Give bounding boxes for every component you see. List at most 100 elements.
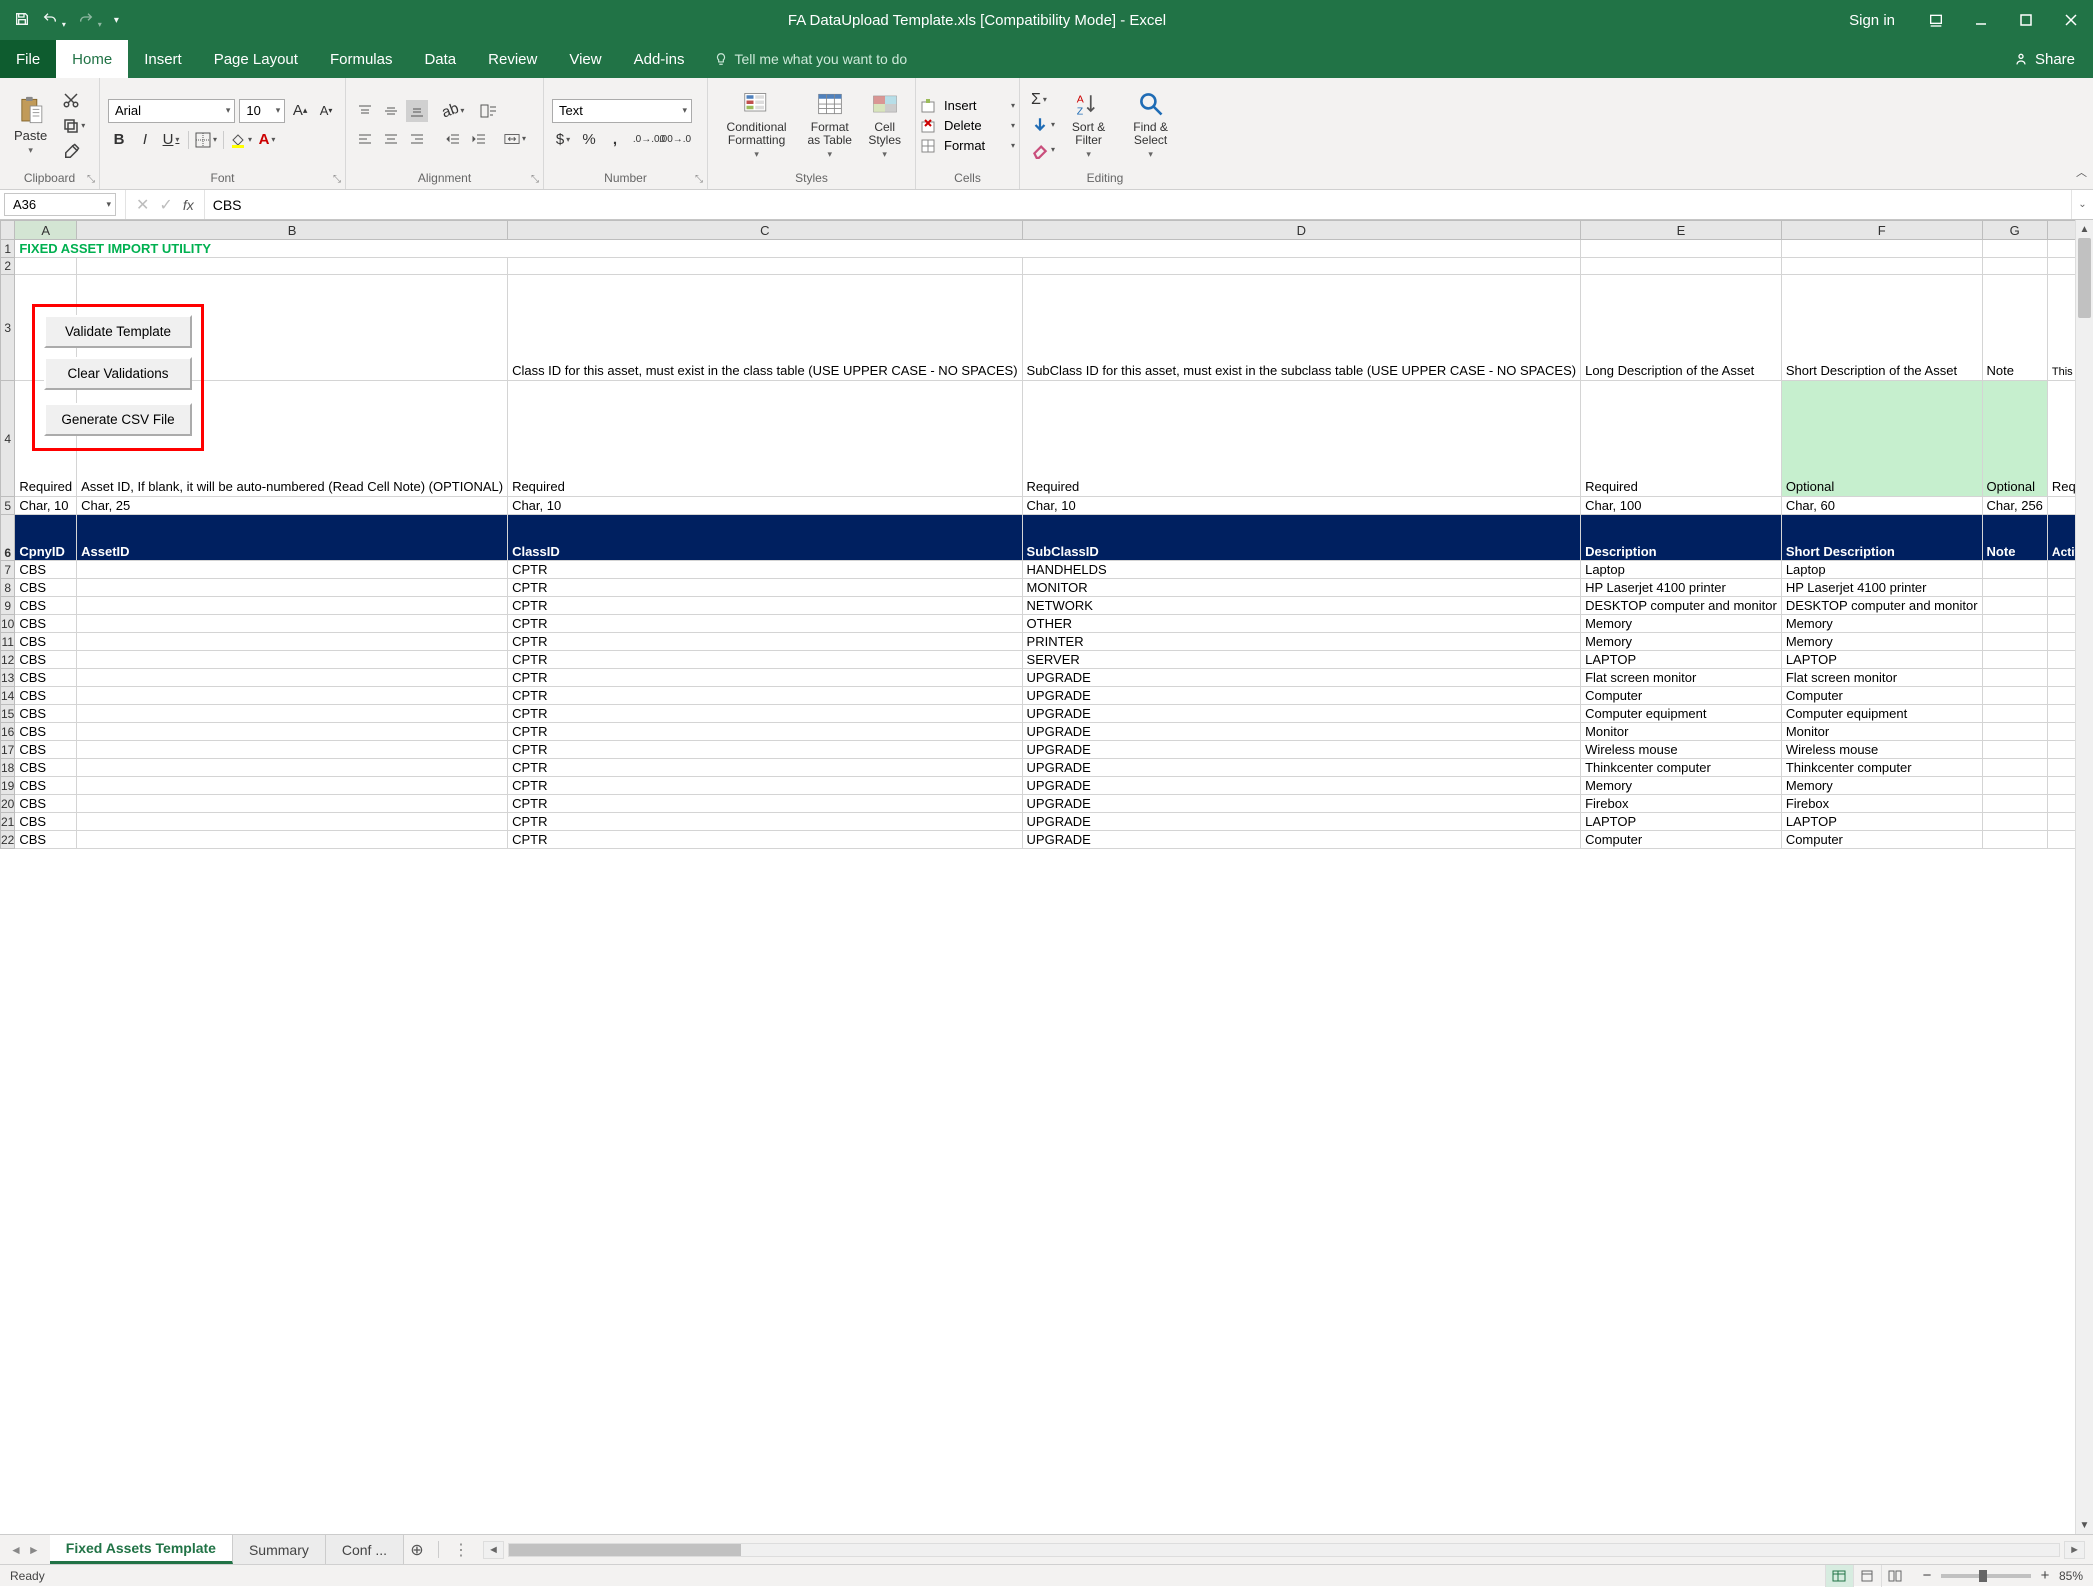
cell[interactable]: [77, 669, 508, 687]
cell-styles-button[interactable]: Cell Styles▾: [862, 87, 907, 162]
cell[interactable]: Requir: [2047, 381, 2075, 497]
row-header[interactable]: 1: [1, 240, 15, 258]
cell[interactable]: CBS: [15, 759, 77, 777]
format-cells-button[interactable]: Format▾: [920, 138, 1015, 154]
cell[interactable]: CBS: [15, 651, 77, 669]
fill-button[interactable]: ▾: [1028, 114, 1058, 136]
delete-cells-button[interactable]: Delete▾: [920, 118, 1015, 134]
cell[interactable]: Laptop: [1781, 561, 1982, 579]
wrap-text-button[interactable]: [478, 100, 500, 122]
cell[interactable]: Thinkcenter computer: [1581, 759, 1782, 777]
cell[interactable]: [77, 795, 508, 813]
tab-review[interactable]: Review: [472, 40, 553, 78]
cell[interactable]: CBS: [15, 723, 77, 741]
cell[interactable]: CPTR: [508, 669, 1022, 687]
row-header[interactable]: 18: [1, 759, 15, 777]
conditional-formatting-button[interactable]: Conditional Formatting▾: [716, 87, 797, 162]
cell[interactable]: [77, 813, 508, 831]
sheet-tab[interactable]: Conf ...: [326, 1535, 404, 1564]
page-break-view-button[interactable]: [1881, 1565, 1909, 1587]
cell[interactable]: Computer: [1581, 687, 1782, 705]
cell[interactable]: Computer equipment: [1581, 705, 1782, 723]
cell[interactable]: Firebox: [1781, 795, 1982, 813]
column-header[interactable]: G: [1982, 221, 2047, 240]
increase-font-button[interactable]: A▴: [289, 100, 311, 122]
fill-color-button[interactable]: ▾: [230, 129, 252, 151]
cell[interactable]: Memory: [1581, 777, 1782, 795]
cell[interactable]: [77, 741, 508, 759]
cell[interactable]: [77, 687, 508, 705]
cell[interactable]: DESKTOP computer and monitor: [1581, 597, 1782, 615]
redo-icon[interactable]: ▾: [74, 7, 106, 34]
cell[interactable]: 8: [2047, 795, 2075, 813]
scroll-up-icon[interactable]: ▲: [2076, 220, 2093, 238]
cell[interactable]: [1982, 705, 2047, 723]
cell[interactable]: CBS: [15, 831, 77, 849]
align-right-button[interactable]: [406, 128, 428, 150]
enter-formula-icon[interactable]: ✓: [159, 195, 172, 215]
cell[interactable]: CBS: [15, 615, 77, 633]
cell[interactable]: Short Description: [1781, 515, 1982, 561]
tab-insert[interactable]: Insert: [128, 40, 198, 78]
row-header[interactable]: 16: [1, 723, 15, 741]
zoom-slider[interactable]: [1941, 1574, 2031, 1578]
cell[interactable]: [1982, 813, 2047, 831]
cell[interactable]: CPTR: [508, 813, 1022, 831]
cell[interactable]: Char, 60: [1781, 497, 1982, 515]
percent-button[interactable]: %: [578, 129, 600, 151]
maximize-icon[interactable]: [2003, 0, 2048, 40]
copy-button[interactable]: ▾: [59, 115, 88, 137]
scroll-left-icon[interactable]: ◄: [483, 1541, 504, 1559]
cell[interactable]: [77, 579, 508, 597]
cell[interactable]: Note: [1982, 515, 2047, 561]
dialog-launcher-icon[interactable]: ⤡: [87, 174, 95, 185]
row-header[interactable]: 9: [1, 597, 15, 615]
cell[interactable]: HP Laserjet 4100 printer: [1581, 579, 1782, 597]
undo-icon[interactable]: ▾: [38, 7, 70, 34]
share-button[interactable]: Share: [1995, 40, 2093, 78]
cell[interactable]: [77, 597, 508, 615]
cell[interactable]: [77, 561, 508, 579]
select-all-button[interactable]: [1, 221, 15, 240]
increase-decimal-button[interactable]: .0→.00: [638, 129, 660, 151]
expand-formula-bar-icon[interactable]: ⌄: [2071, 190, 2093, 219]
cell[interactable]: Char, 10: [1022, 497, 1581, 515]
cell[interactable]: CPTR: [508, 615, 1022, 633]
vertical-scrollbar[interactable]: ▲ ▼: [2075, 220, 2093, 1534]
cell[interactable]: CPTR: [508, 723, 1022, 741]
cell[interactable]: UPGRADE: [1022, 759, 1581, 777]
cell[interactable]: AssetID: [77, 515, 508, 561]
cell[interactable]: CBS: [15, 777, 77, 795]
cell[interactable]: UPGRADE: [1022, 795, 1581, 813]
cell[interactable]: CBS: [15, 633, 77, 651]
cell[interactable]: CBS: [15, 597, 77, 615]
dialog-launcher-icon[interactable]: ⤡: [531, 174, 539, 185]
cell[interactable]: CPTR: [508, 687, 1022, 705]
cell[interactable]: [1982, 561, 2047, 579]
sheet-nav-next-icon[interactable]: ►: [28, 1543, 40, 1557]
cell[interactable]: [1982, 687, 2047, 705]
cell[interactable]: Description: [1581, 515, 1782, 561]
cell[interactable]: [1982, 651, 2047, 669]
cell[interactable]: [1982, 777, 2047, 795]
cell[interactable]: 6: [2047, 687, 2075, 705]
decrease-indent-button[interactable]: [442, 128, 464, 150]
cell[interactable]: 11: [2047, 615, 2075, 633]
cell[interactable]: CPTR: [508, 705, 1022, 723]
tab-home[interactable]: Home: [56, 40, 128, 78]
cell[interactable]: CPTR: [508, 831, 1022, 849]
cell[interactable]: 7: [2047, 777, 2075, 795]
cell[interactable]: SERVER: [1022, 651, 1581, 669]
column-header[interactable]: C: [508, 221, 1022, 240]
generate-csv-button[interactable]: Generate CSV File: [44, 403, 192, 436]
cell[interactable]: Memory: [1781, 633, 1982, 651]
cell[interactable]: DESKTOP computer and monitor: [1781, 597, 1982, 615]
cancel-formula-icon[interactable]: ✕: [136, 195, 149, 215]
cell[interactable]: Computer equipment: [1781, 705, 1982, 723]
cell[interactable]: CBS: [15, 741, 77, 759]
cell[interactable]: CPTR: [508, 579, 1022, 597]
cell[interactable]: CBS: [15, 705, 77, 723]
row-header[interactable]: 7: [1, 561, 15, 579]
row-header[interactable]: 19: [1, 777, 15, 795]
format-painter-button[interactable]: [59, 141, 88, 163]
